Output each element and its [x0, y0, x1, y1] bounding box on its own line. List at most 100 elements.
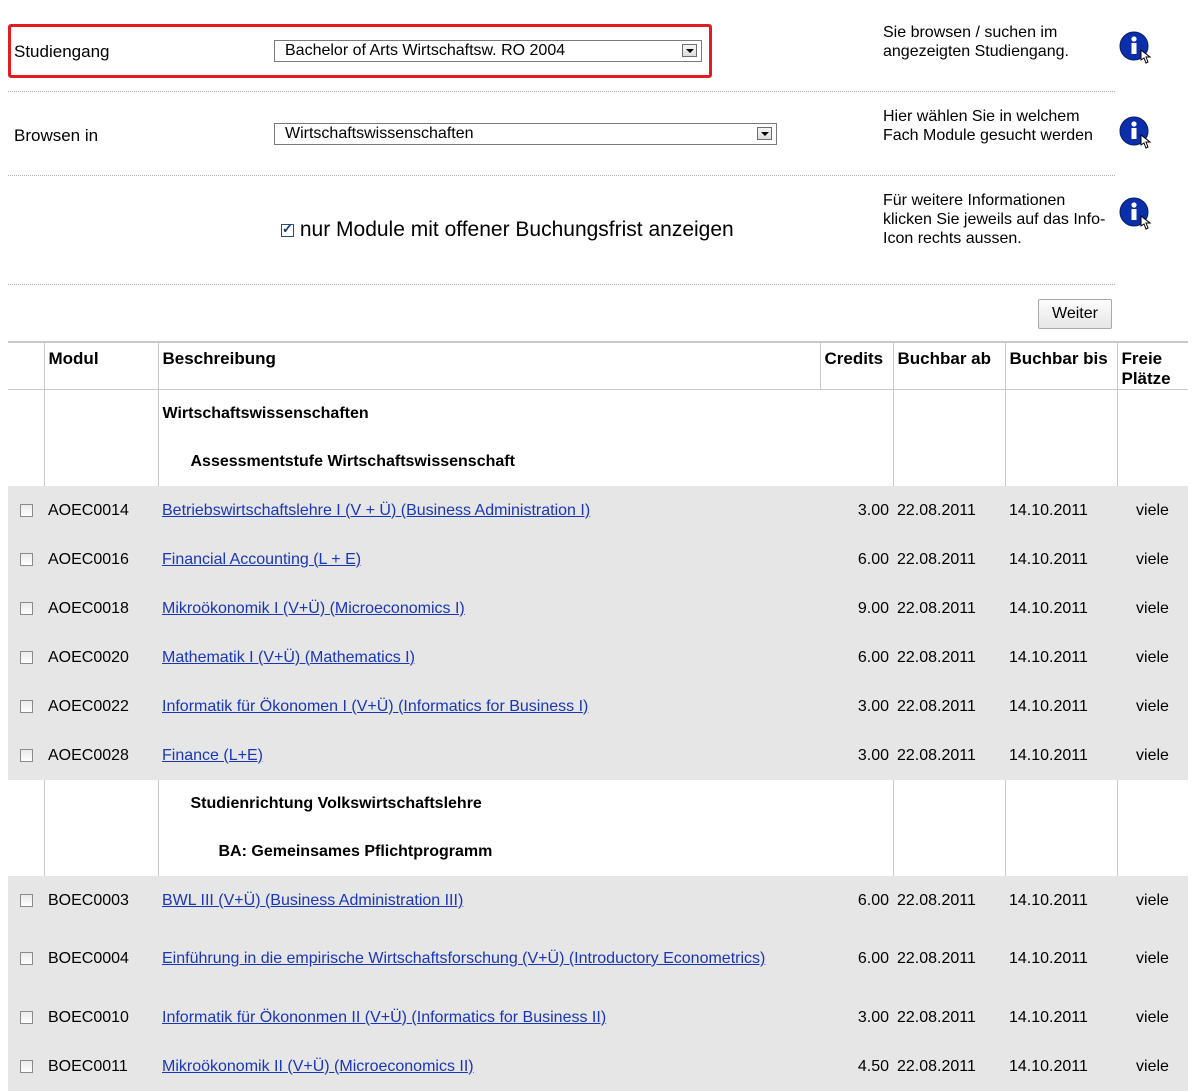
row-select-checkbox[interactable]	[19, 650, 33, 664]
module-buchbar-ab: 22.08.2011	[893, 584, 1005, 633]
header-select	[8, 341, 44, 390]
row-select-checkbox[interactable]	[19, 503, 33, 517]
row-divider	[8, 175, 1115, 176]
module-credits: 3.00	[820, 993, 893, 1042]
group-subtitle-row: BA: Gemeinsames Pflichtprogramm	[8, 828, 1188, 876]
module-description-link[interactable]: Informatik für Ökonomen I (V+Ü) (Informa…	[162, 698, 588, 715]
info-cursor-icon[interactable]	[1116, 194, 1158, 236]
module-credits: 9.00	[820, 584, 893, 633]
module-code: AOEC0022	[44, 682, 158, 731]
module-credits: 6.00	[820, 535, 893, 584]
table-row: AOEC0028 Finance (L+E) 3.00 22.08.2011 14.10…	[8, 731, 1188, 780]
chevron-down-icon[interactable]	[757, 127, 772, 140]
filter-checkbox[interactable]	[281, 221, 294, 237]
table-row: BOEC0010 Informatik für Ökononmen II (V+Ü…	[8, 993, 1188, 1042]
info-cursor-icon[interactable]	[1116, 28, 1158, 70]
module-code: AOEC0016	[44, 535, 158, 584]
module-code: AOEC0014	[44, 486, 158, 535]
row-select-checkbox[interactable]	[19, 952, 33, 966]
module-buchbar-bis: 14.10.2011	[1005, 876, 1117, 925]
module-description-link[interactable]: Betriebswirtschaftslehre I (V + Ü) (Busi…	[162, 502, 590, 519]
module-freie-plaetze: viele	[1117, 682, 1188, 731]
header-beschreibung: Beschreibung	[157, 341, 820, 390]
table-row: AOEC0020 Mathematik I (V+Ü) (Mathematics …	[8, 633, 1188, 682]
group-title-row: Studienrichtung Volkswirtschaftslehre	[8, 780, 1188, 828]
module-buchbar-ab: 22.08.2011	[893, 731, 1005, 780]
row-select-checkbox[interactable]	[19, 552, 33, 566]
module-code: BOEC0003	[44, 876, 158, 925]
browse-help-text: Hier wählen Sie in welchem Fach Module g…	[883, 108, 1093, 144]
module-credits: 6.00	[820, 633, 893, 682]
row-select-checkbox[interactable]	[19, 1059, 33, 1073]
group-subtitle-row: Assessmentstufe Wirtschaftswissenschaft	[8, 438, 1188, 486]
module-buchbar-bis: 14.10.2011	[1005, 633, 1117, 682]
module-credits: 3.00	[820, 486, 893, 535]
module-buchbar-bis: 14.10.2011	[1005, 584, 1117, 633]
module-buchbar-ab: 22.08.2011	[893, 486, 1005, 535]
studiengang-help-text: Sie browsen / suchen im angezeigten Stud…	[883, 24, 1069, 60]
table-row: BOEC0003 BWL III (V+Ü) (Business Administ…	[8, 876, 1188, 925]
module-description-link[interactable]: Einführung in die empirische Wirtschafts…	[162, 950, 765, 967]
module-credits: 3.00	[820, 731, 893, 780]
row-select-checkbox[interactable]	[19, 893, 33, 907]
row-select-checkbox[interactable]	[19, 699, 33, 713]
module-freie-plaetze: viele	[1117, 535, 1188, 584]
weiter-button[interactable]: Weiter	[1038, 299, 1112, 329]
module-description-link[interactable]: BWL III (V+Ü) (Business Administration I…	[162, 892, 463, 909]
module-buchbar-bis: 14.10.2011	[1005, 535, 1117, 584]
filter-label[interactable]: nur Module mit offener Buchungsfrist anz…	[300, 218, 734, 241]
module-buchbar-ab: 22.08.2011	[893, 925, 1005, 993]
module-description-link[interactable]: Informatik für Ökononmen II (V+Ü) (Infor…	[162, 1009, 606, 1026]
module-buchbar-ab: 22.08.2011	[893, 633, 1005, 682]
header-credits: Credits	[819, 341, 893, 390]
table-header-row: Modul Beschreibung Credits Buchbar ab Bu…	[8, 341, 1188, 390]
module-description-link[interactable]: Mathematik I (V+Ü) (Mathematics I)	[162, 649, 415, 666]
module-buchbar-ab: 22.08.2011	[893, 993, 1005, 1042]
row-divider	[8, 284, 1115, 285]
chevron-down-icon[interactable]	[682, 44, 697, 57]
browse-select[interactable]: Wirtschaftswissenschaften	[274, 123, 777, 145]
module-buchbar-ab: 22.08.2011	[893, 876, 1005, 925]
studiengang-label: Studiengang	[14, 42, 110, 61]
module-code: AOEC0018	[44, 584, 158, 633]
filter-row: nur Module mit offener Buchungsfrist anz…	[281, 218, 734, 242]
row-select-checkbox[interactable]	[19, 1010, 33, 1024]
header-modul: Modul	[43, 341, 158, 390]
group-title: Studienrichtung Volkswirtschaftslehre	[157, 780, 820, 828]
module-freie-plaetze: viele	[1117, 993, 1188, 1042]
module-table: Modul Beschreibung Credits Buchbar ab Bu…	[8, 341, 1188, 1091]
group-title: Wirtschaftswissenschaften	[157, 389, 820, 438]
module-buchbar-ab: 22.08.2011	[893, 682, 1005, 731]
module-credits: 6.00	[820, 876, 893, 925]
table-row: AOEC0022 Informatik für Ökonomen I (V+Ü) …	[8, 682, 1188, 731]
module-buchbar-bis: 14.10.2011	[1005, 731, 1117, 780]
module-credits: 3.00	[820, 682, 893, 731]
module-code: BOEC0004	[44, 925, 158, 993]
filter-help-text: Für weitere Informationen klicken Sie je…	[883, 192, 1106, 247]
row-divider	[8, 91, 1115, 92]
module-freie-plaetze: viele	[1117, 486, 1188, 535]
module-description-link[interactable]: Finance (L+E)	[162, 747, 263, 764]
row-select-checkbox[interactable]	[19, 601, 33, 615]
row-select-checkbox[interactable]	[19, 748, 33, 762]
module-description-link[interactable]: Mikroökonomik II (V+Ü) (Microeconomics I…	[162, 1058, 474, 1075]
studiengang-select[interactable]: Bachelor of Arts Wirtschaftsw. RO 2004	[274, 40, 702, 62]
browse-label: Browsen in	[14, 126, 99, 145]
module-buchbar-bis: 14.10.2011	[1005, 486, 1117, 535]
header-buchbar-ab: Buchbar ab	[892, 341, 1005, 390]
module-description-link[interactable]: Financial Accounting (L + E)	[162, 551, 361, 568]
module-code: AOEC0028	[44, 731, 158, 780]
module-freie-plaetze: viele	[1117, 584, 1188, 633]
table-row: AOEC0016 Financial Accounting (L + E) 6.00…	[8, 535, 1188, 584]
module-freie-plaetze: viele	[1117, 633, 1188, 682]
group-subtitle: Assessmentstufe Wirtschaftswissenschaft	[157, 438, 820, 486]
info-cursor-icon[interactable]	[1116, 113, 1158, 155]
table-row: AOEC0014 Betriebswirtschaftslehre I (V + …	[8, 486, 1188, 535]
module-code: AOEC0020	[44, 633, 158, 682]
group-title-row: Wirtschaftswissenschaften	[8, 389, 1188, 438]
module-buchbar-ab: 22.08.2011	[893, 535, 1005, 584]
module-buchbar-bis: 14.10.2011	[1005, 925, 1117, 993]
module-buchbar-bis: 14.10.2011	[1005, 993, 1117, 1042]
studiengang-select-value: Bachelor of Arts Wirtschaftsw. RO 2004	[285, 42, 566, 59]
module-description-link[interactable]: Mikroökonomik I (V+Ü) (Microeconomics I)	[162, 600, 465, 617]
